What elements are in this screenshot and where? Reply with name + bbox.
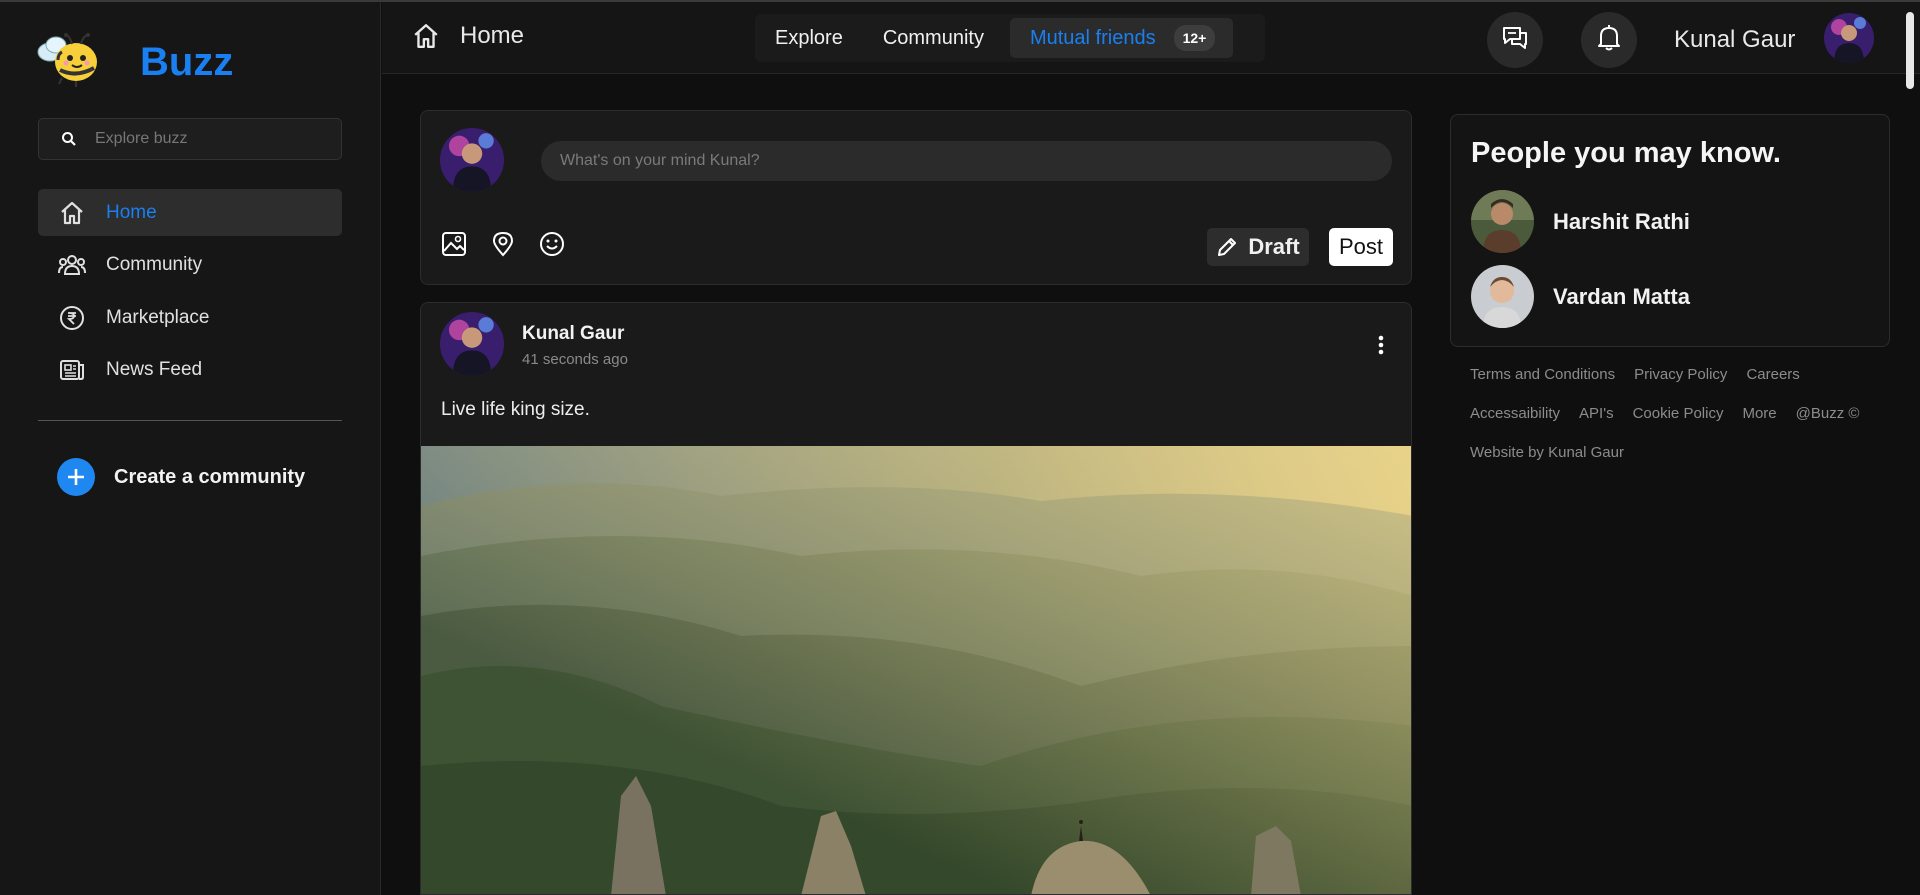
search-input[interactable]	[95, 130, 315, 148]
avatar[interactable]	[1824, 13, 1874, 63]
person-name: Harshit Rathi	[1553, 208, 1690, 234]
post-button[interactable]: Post	[1329, 228, 1393, 266]
header-tabs: Explore Community Mutual friends 12+	[755, 14, 1265, 62]
search-icon	[61, 131, 77, 147]
pencil-icon	[1216, 236, 1238, 258]
rupee-icon	[58, 304, 86, 332]
sidebar-divider	[38, 420, 342, 421]
tab-mutual-friends[interactable]: Mutual friends 12+	[1009, 18, 1234, 58]
footer-link-more[interactable]: More	[1742, 405, 1776, 422]
footer-link-api[interactable]: API's	[1579, 405, 1614, 422]
bee-logo-icon[interactable]	[36, 32, 106, 88]
sidebar: Buzz Home Community Marketplace	[0, 2, 381, 895]
footer-link-terms[interactable]: Terms and Conditions	[1470, 366, 1615, 383]
sidebar-item-label: Home	[106, 201, 157, 223]
newsfeed-icon	[58, 356, 86, 384]
status-input[interactable]	[541, 141, 1392, 181]
person-suggestion[interactable]: Vardan Matta	[1471, 265, 1690, 328]
draft-button[interactable]: Draft	[1207, 228, 1309, 266]
emoji-icon[interactable]	[539, 231, 567, 259]
image-icon[interactable]	[441, 231, 469, 259]
search-box[interactable]	[38, 118, 342, 160]
post-timestamp: 41 seconds ago	[522, 351, 628, 368]
post-text: Live life king size.	[441, 399, 590, 420]
avatar[interactable]	[440, 128, 504, 192]
top-header: Home Explore Community Mutual friends 12…	[382, 2, 1920, 74]
avatar[interactable]	[440, 312, 504, 376]
sidebar-item-news-feed[interactable]: News Feed	[38, 347, 342, 394]
post-image[interactable]	[421, 446, 1411, 894]
tab-label: Mutual friends	[1029, 26, 1156, 49]
plus-icon	[57, 458, 95, 496]
sidebar-item-community[interactable]: Community	[38, 242, 342, 289]
person-suggestion[interactable]: Harshit Rathi	[1471, 190, 1690, 253]
post-author[interactable]: Kunal Gaur	[522, 323, 624, 345]
sidebar-item-label: Community	[106, 254, 203, 275]
header-home-link[interactable]: Home	[412, 22, 524, 50]
home-icon	[58, 199, 86, 227]
more-options-icon[interactable]	[1376, 333, 1386, 357]
draft-label: Draft	[1248, 234, 1300, 259]
footer-links: Terms and Conditions Privacy Policy Care…	[1470, 366, 1890, 483]
post-composer: Draft Post	[420, 110, 1412, 285]
footer-link-privacy[interactable]: Privacy Policy	[1634, 366, 1727, 383]
panel-title: People you may know.	[1471, 137, 1781, 169]
sidebar-item-marketplace[interactable]: Marketplace	[38, 294, 342, 341]
footer-link-cookie[interactable]: Cookie Policy	[1633, 405, 1724, 422]
avatar	[1471, 265, 1534, 328]
chat-icon	[1501, 25, 1529, 56]
sidebar-item-label: Marketplace	[106, 306, 210, 328]
footer-copyright: @Buzz ©	[1795, 405, 1860, 422]
notifications-button[interactable]	[1581, 12, 1637, 68]
page-scrollbar[interactable]	[1906, 12, 1914, 89]
community-icon	[58, 251, 86, 279]
create-community-button[interactable]: Create a community	[57, 458, 305, 496]
people-you-may-know: People you may know. Harshit Rathi Varda…	[1450, 114, 1890, 347]
page-title: Home	[460, 22, 525, 49]
feed-post: Kunal Gaur 41 seconds ago Live life king…	[420, 302, 1412, 895]
messages-button[interactable]	[1487, 12, 1543, 68]
header-user-name[interactable]: Kunal Gaur	[1674, 26, 1795, 54]
footer-credit[interactable]: Website by Kunal Gaur	[1470, 444, 1624, 461]
person-name: Vardan Matta	[1553, 283, 1690, 309]
location-pin-icon[interactable]	[490, 231, 518, 259]
footer-link-accessibility[interactable]: Accessaibility	[1470, 405, 1560, 422]
count-badge: 12+	[1173, 25, 1216, 51]
tab-explore[interactable]: Explore	[755, 27, 863, 50]
avatar	[1471, 190, 1534, 253]
sidebar-nav: Home Community Marketplace News Feed	[38, 189, 342, 399]
sidebar-item-home[interactable]: Home	[38, 189, 342, 236]
tab-community[interactable]: Community	[863, 27, 1004, 50]
footer-link-careers[interactable]: Careers	[1746, 366, 1799, 383]
brand-name[interactable]: Buzz	[140, 40, 233, 85]
bell-icon	[1596, 24, 1622, 57]
sidebar-item-label: News Feed	[106, 359, 203, 380]
home-icon	[412, 22, 440, 50]
create-community-label: Create a community	[114, 465, 306, 488]
